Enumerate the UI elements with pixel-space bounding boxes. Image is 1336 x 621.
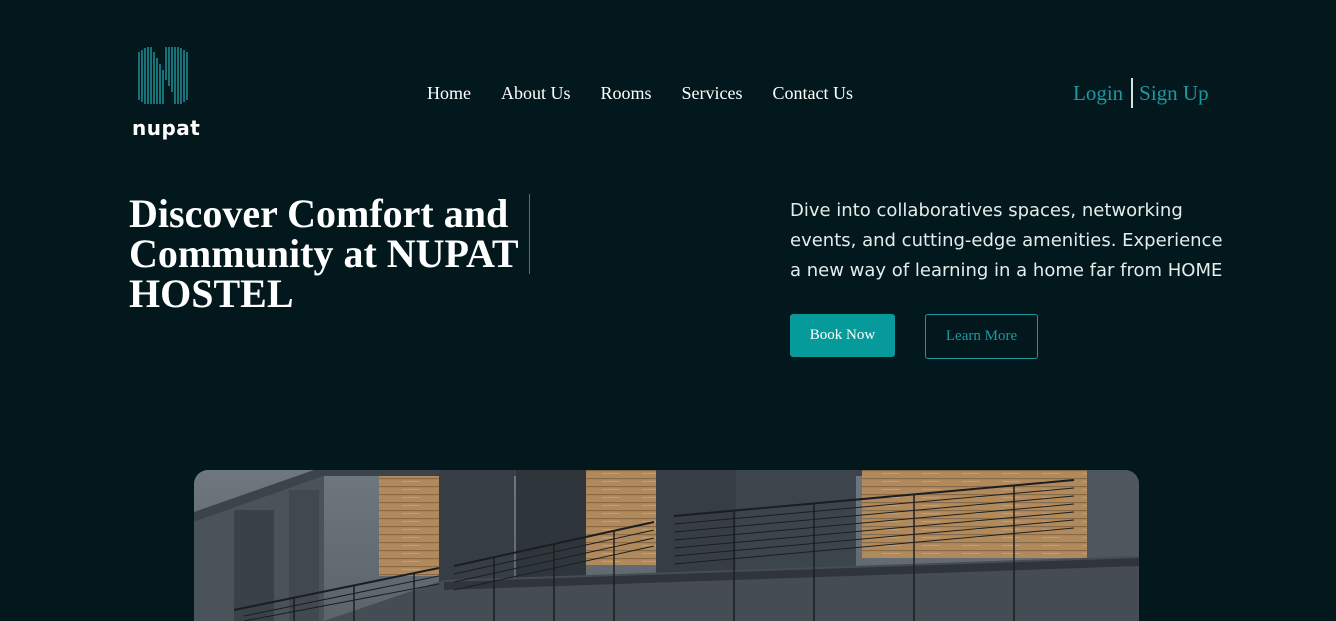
login-link[interactable]: Login — [1073, 81, 1123, 106]
nav-item-about-us[interactable]: About Us — [501, 83, 571, 104]
signup-link[interactable]: Sign Up — [1139, 81, 1208, 106]
nav-item-contact-us[interactable]: Contact Us — [773, 83, 854, 104]
auth-divider — [1131, 78, 1134, 108]
brand-name: nupat — [132, 116, 201, 140]
hero-divider — [529, 194, 530, 274]
brand-logo[interactable]: nupat — [130, 44, 202, 144]
nav-item-rooms[interactable]: Rooms — [601, 83, 652, 104]
book-now-button[interactable]: Book Now — [790, 314, 895, 357]
nav-item-services[interactable]: Services — [682, 83, 743, 104]
hostel-building-image — [194, 470, 1139, 621]
hero-description: Dive into collaboratives spaces, network… — [790, 200, 1223, 281]
auth-links: Login Sign Up — [1073, 78, 1209, 108]
learn-more-button[interactable]: Learn More — [925, 314, 1038, 359]
hero-title: Discover Comfort and Community at NUPAT … — [129, 191, 518, 316]
nupat-logo-icon — [138, 47, 188, 104]
nav-item-home[interactable]: Home — [427, 83, 471, 104]
main-nav: Home About Us Rooms Services Contact Us — [427, 83, 853, 104]
